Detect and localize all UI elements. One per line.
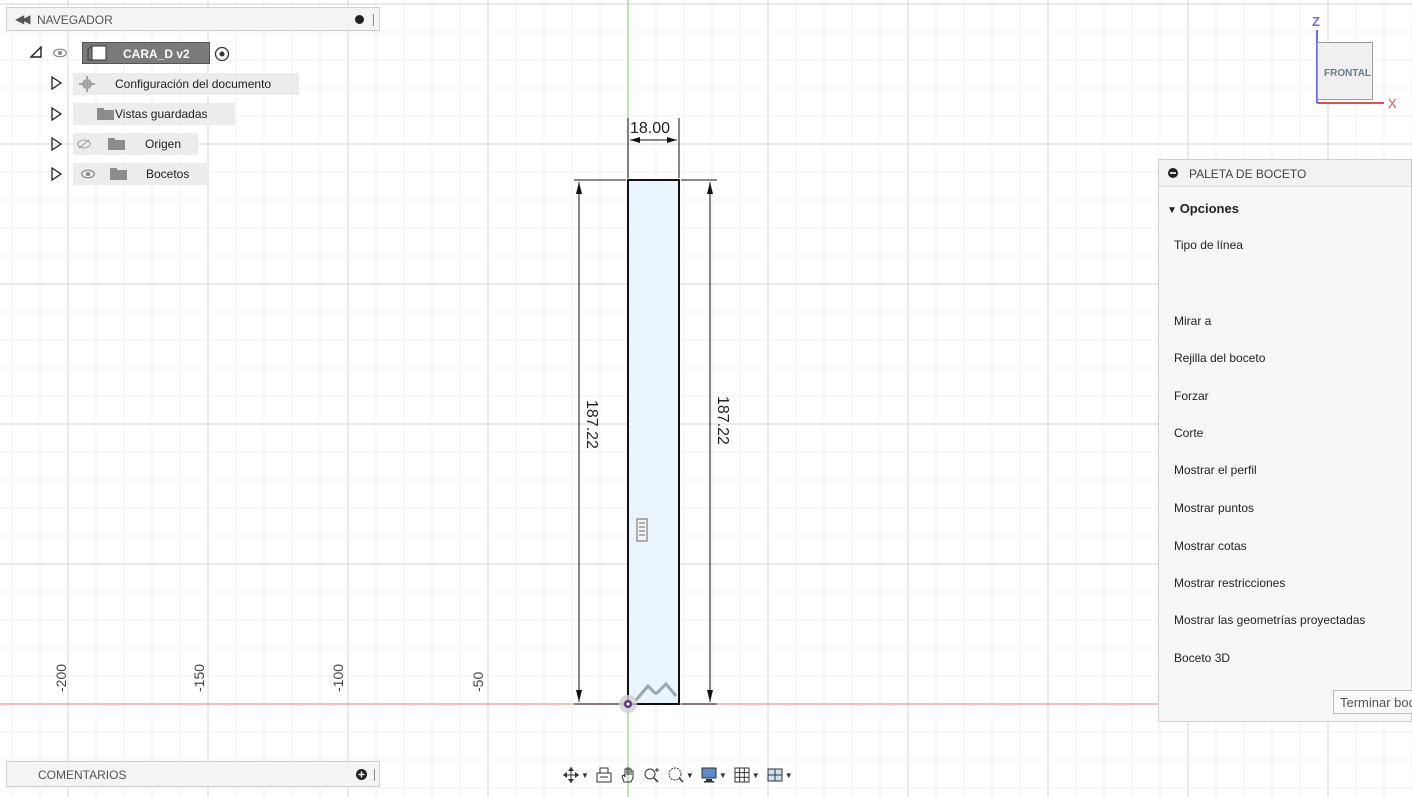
browser-title: NAVEGADOR: [37, 13, 113, 27]
viewcube-axis-x-label: X: [1388, 96, 1397, 111]
tree-item-label: Bocetos: [146, 167, 190, 181]
document-icon: [87, 45, 107, 61]
tree-item-label: Origen: [145, 137, 182, 151]
orbit-dropdown-icon[interactable]: ▼: [581, 771, 589, 780]
axis-label: -200: [53, 664, 69, 692]
option-sketch-grid[interactable]: Rejilla del boceto: [1174, 351, 1265, 365]
add-comment-icon[interactable]: [356, 769, 367, 780]
look-at-icon[interactable]: [595, 766, 613, 784]
palette-title: PALETA DE BOCETO: [1189, 167, 1307, 181]
display-settings-icon[interactable]: ▼: [700, 766, 727, 784]
panel-resize-handle[interactable]: [373, 14, 374, 26]
constraint-glyph-icon[interactable]: [636, 518, 648, 542]
option-3d-sketch[interactable]: Boceto 3D: [1174, 651, 1230, 665]
comments-title: COMENTARIOS: [38, 768, 127, 782]
dimension-height-right-value[interactable]: 187.22: [714, 396, 731, 445]
option-show-points[interactable]: Mostrar puntos: [1174, 501, 1254, 515]
viewcube[interactable]: FRONTAL: [1317, 42, 1375, 104]
option-line-type[interactable]: Tipo de línea: [1174, 238, 1243, 252]
options-section-label: Opciones: [1179, 201, 1239, 216]
palette-header: PALETA DE BOCETO: [1159, 160, 1411, 187]
finish-sketch-button[interactable]: Terminar boceto: [1333, 690, 1412, 714]
browser-panel: ◀◀ NAVEGADOR: [6, 7, 380, 31]
option-show-projected-geometries[interactable]: Mostrar las geometrías proyectadas: [1174, 613, 1365, 627]
dimension-width[interactable]: 18.00: [627, 118, 680, 178]
folder-icon: [108, 138, 125, 150]
viewcube-axis-z-label: Z: [1312, 14, 1320, 29]
viewcube-front-face[interactable]: FRONTAL: [1317, 42, 1373, 100]
axis-label: -100: [330, 664, 346, 692]
tree-item-origin[interactable]: Origen: [73, 133, 198, 155]
option-look-at[interactable]: Mirar a: [1174, 314, 1211, 328]
hidden-eye-icon[interactable]: [77, 139, 91, 149]
dimension-height-left-value[interactable]: 187.22: [583, 400, 600, 449]
grid-dropdown-icon[interactable]: ▼: [752, 771, 760, 780]
axis-label: -50: [470, 672, 486, 692]
fit-icon[interactable]: ▼: [667, 766, 694, 784]
panel-resize-handle[interactable]: [374, 769, 375, 781]
orbit-icon[interactable]: ▼: [562, 766, 589, 784]
origin-point-icon[interactable]: [619, 695, 637, 713]
activate-radio-icon[interactable]: [214, 46, 230, 62]
option-snap[interactable]: Forzar: [1174, 389, 1209, 403]
folder-icon: [97, 108, 114, 120]
expand-arrow-icon[interactable]: [51, 76, 63, 90]
folder-icon: [110, 168, 127, 180]
expand-arrow-icon[interactable]: [51, 167, 63, 181]
document-root-label: CARA_D v2: [123, 47, 190, 61]
tree-item-label: Vistas guardadas: [115, 107, 208, 121]
option-show-profile[interactable]: Mostrar el perfil: [1174, 463, 1257, 477]
visibility-eye-icon[interactable]: [81, 169, 95, 179]
collapse-palette-icon[interactable]: [1168, 168, 1178, 178]
gear-icon: [79, 76, 95, 92]
pin-panel-icon[interactable]: [355, 15, 364, 24]
sketch-palette: PALETA DE BOCETO ▼ Opciones Tipo de líne…: [1158, 159, 1412, 722]
pan-icon[interactable]: [619, 766, 637, 784]
tree-item-saved-views[interactable]: Vistas guardadas: [73, 103, 235, 125]
section-toggle-icon: ▼: [1167, 205, 1180, 216]
option-show-constraints[interactable]: Mostrar restricciones: [1174, 576, 1285, 590]
viewports-dropdown-icon[interactable]: ▼: [785, 771, 793, 780]
visibility-eye-icon[interactable]: [53, 48, 67, 58]
option-slice[interactable]: Corte: [1174, 426, 1203, 440]
expand-arrow-icon[interactable]: [51, 107, 63, 121]
display-dropdown-icon[interactable]: ▼: [719, 771, 727, 780]
grid-settings-icon[interactable]: ▼: [733, 766, 760, 784]
document-root-node[interactable]: CARA_D v2: [82, 42, 210, 64]
collapse-panel-icon[interactable]: ◀◀: [15, 12, 31, 26]
navigation-toolbar: ▼ ▼ ▼ ▼ ▼: [562, 762, 793, 788]
tree-item-sketches[interactable]: Bocetos: [73, 163, 208, 185]
axis-label: -150: [191, 664, 207, 692]
dimension-height-right[interactable]: 187.22: [681, 179, 731, 705]
zoom-icon[interactable]: [643, 766, 661, 784]
viewports-icon[interactable]: ▼: [766, 766, 793, 784]
viewcube-face-label: FRONTAL: [1324, 68, 1372, 79]
expand-arrow-icon[interactable]: [51, 137, 63, 151]
dimension-width-value[interactable]: 18.00: [630, 120, 670, 137]
option-show-dimensions[interactable]: Mostrar cotas: [1174, 539, 1247, 553]
tree-item-label: Configuración del documento: [115, 77, 272, 91]
expand-root-icon[interactable]: [30, 46, 42, 58]
tree-item-document-settings[interactable]: Configuración del documento: [73, 73, 299, 95]
options-section-header[interactable]: ▼ Opciones: [1167, 201, 1239, 216]
fit-dropdown-icon[interactable]: ▼: [686, 771, 694, 780]
sketch-rectangle[interactable]: [627, 179, 680, 705]
comments-panel[interactable]: COMENTARIOS: [6, 761, 380, 787]
